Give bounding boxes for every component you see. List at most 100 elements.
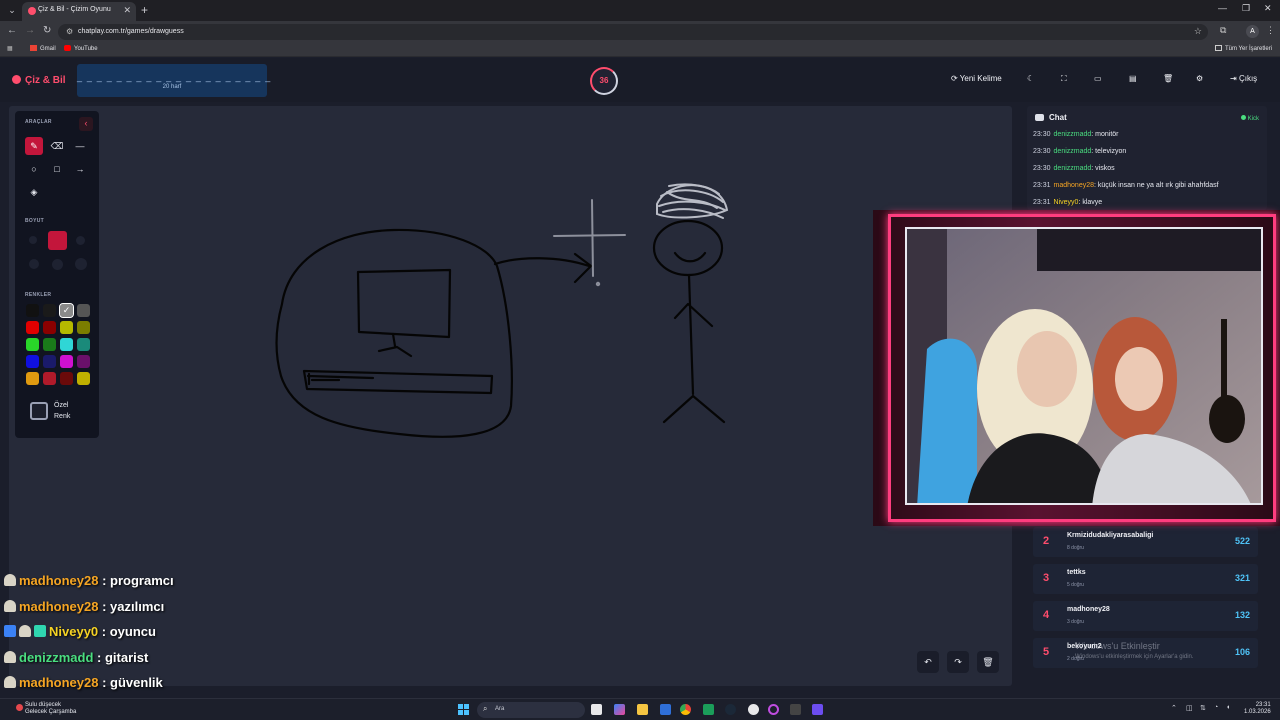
color-swatch[interactable]: [26, 355, 39, 368]
exit-button[interactable]: ⇥ Çıkış: [1230, 74, 1257, 83]
steam-icon[interactable]: [725, 704, 736, 715]
taskbar-search[interactable]: ⌕ Ara: [477, 702, 585, 718]
xbox-icon[interactable]: [703, 704, 714, 715]
color-swatch[interactable]: [77, 338, 90, 351]
bookmark-star-icon[interactable]: ☆: [1194, 26, 1202, 37]
close-window-icon[interactable]: ✕: [1264, 3, 1272, 14]
color-swatch[interactable]: [77, 355, 90, 368]
arrow-tool-icon[interactable]: →: [71, 160, 89, 178]
app-icon-2[interactable]: [790, 704, 801, 715]
color-swatch[interactable]: [60, 321, 73, 334]
tray-app-icon[interactable]: ◫: [1186, 704, 1193, 712]
system-clock[interactable]: 23:31 1.03.2026: [1244, 702, 1271, 716]
fill-bucket-icon[interactable]: ◈: [25, 183, 43, 201]
volume-icon[interactable]: ◖: [1226, 704, 1230, 711]
opera-icon[interactable]: [768, 704, 779, 715]
size-option-1[interactable]: [29, 236, 37, 244]
chat-bubble-icon: [1035, 114, 1044, 121]
collapse-panel-icon[interactable]: ‹: [79, 117, 93, 131]
chat-user[interactable]: madhoney28: [1054, 182, 1094, 189]
keyboard-outline: [302, 369, 494, 395]
eraser-tool-icon[interactable]: ⌫: [48, 137, 66, 155]
color-swatch[interactable]: [77, 372, 90, 385]
chat-user[interactable]: denizzmadd: [1054, 131, 1092, 138]
bookmark-youtube[interactable]: YouTube: [64, 45, 98, 52]
url-field[interactable]: ⚙ chatplay.com.tr/games/drawguess ☆: [58, 24, 1208, 40]
maximize-icon[interactable]: ❐: [1242, 3, 1250, 14]
clear-canvas-icon[interactable]: 🗑: [977, 651, 999, 673]
color-swatch[interactable]: [77, 304, 90, 317]
chat-user[interactable]: denizzmadd: [1054, 165, 1092, 172]
color-swatch[interactable]: [60, 338, 73, 351]
discord-icon[interactable]: [812, 704, 823, 715]
game-logo[interactable]: Çiz & Bil: [12, 75, 66, 86]
store-icon[interactable]: [660, 704, 671, 715]
tray-chevron-icon[interactable]: ⌃: [1171, 704, 1177, 712]
fullscreen-icon[interactable]: ⛶: [1061, 74, 1067, 84]
browser-menu-icon[interactable]: ⋮: [1266, 25, 1275, 36]
trash-icon[interactable]: 🗑: [1163, 74, 1173, 83]
apps-icon[interactable]: ▦: [7, 45, 13, 52]
language-icon[interactable]: ⇅: [1200, 704, 1206, 712]
chrome-icon[interactable]: [680, 704, 691, 715]
settings-gear-icon[interactable]: ⚙: [1196, 74, 1203, 83]
user-badge-icon: [4, 574, 16, 586]
size-option-3[interactable]: [76, 236, 85, 245]
figure-body: [662, 273, 726, 424]
url-text: chatplay.com.tr/games/drawguess: [78, 28, 184, 35]
undo-icon[interactable]: ↶: [917, 651, 939, 673]
circle-tool-icon[interactable]: ○: [25, 160, 43, 178]
color-swatch[interactable]: [43, 304, 56, 317]
line-tool-icon[interactable]: —: [71, 137, 89, 155]
scoreboard-row: 4 madhoney28 3 doğru 132: [1033, 601, 1258, 631]
windows-start-icon[interactable]: [458, 704, 469, 715]
close-tab-icon[interactable]: ✕: [123, 5, 131, 16]
size-option-6[interactable]: [75, 258, 87, 270]
size-option-2[interactable]: [48, 231, 67, 250]
rectangle-tool-icon[interactable]: □: [48, 160, 66, 178]
new-tab-icon[interactable]: +: [141, 3, 148, 17]
size-option-5[interactable]: [52, 259, 63, 270]
pen-tool-icon[interactable]: ✎: [25, 137, 43, 155]
color-swatch[interactable]: [43, 355, 56, 368]
copilot-icon[interactable]: [614, 704, 625, 715]
color-swatch[interactable]: [60, 355, 73, 368]
color-swatch[interactable]: [26, 321, 39, 334]
color-swatch[interactable]: [26, 304, 39, 317]
color-swatch[interactable]: [77, 321, 90, 334]
custom-color-swatch[interactable]: [30, 402, 48, 420]
weather-widget[interactable]: Sulu düşecek Gelecek Çarşamba: [16, 702, 76, 716]
chat-user[interactable]: denizzmadd: [1054, 148, 1092, 155]
task-view-icon[interactable]: [591, 704, 602, 715]
reload-icon[interactable]: ↻: [43, 25, 51, 36]
color-swatch[interactable]: [43, 338, 56, 351]
app-icon[interactable]: [748, 704, 759, 715]
browser-tab-active[interactable]: Çiz & Bil - Çizim Oyunu ✕: [22, 2, 136, 21]
tab-search-icon[interactable]: ⌄: [6, 4, 18, 16]
color-swatch[interactable]: ✓: [59, 303, 74, 318]
extensions-icon[interactable]: ⧉: [1220, 25, 1226, 36]
overlay-chat-user: madhoney28: [19, 598, 99, 614]
wifi-icon[interactable]: ◔: [1214, 704, 1218, 711]
chat-message: 23:31 madhoney28: küçük insan ne ya alt ı…: [1033, 182, 1219, 189]
minimize-icon[interactable]: —: [1218, 3, 1227, 13]
back-icon[interactable]: ←: [7, 25, 17, 36]
size-option-4[interactable]: [29, 259, 39, 269]
color-swatch[interactable]: [43, 372, 56, 385]
site-info-icon[interactable]: ⚙: [66, 27, 73, 36]
all-bookmarks[interactable]: Tüm Yer İşaretleri: [1215, 45, 1272, 52]
file-explorer-icon[interactable]: [637, 704, 648, 715]
color-swatch[interactable]: [43, 321, 56, 334]
keyboard-icon[interactable]: ▭: [1094, 74, 1102, 83]
redo-icon[interactable]: ↷: [947, 651, 969, 673]
bookmark-gmail[interactable]: Gmail: [30, 45, 56, 52]
color-swatch[interactable]: [26, 372, 39, 385]
dark-mode-icon[interactable]: ☾: [1027, 74, 1034, 83]
profile-avatar[interactable]: A: [1246, 25, 1259, 38]
new-word-button[interactable]: ⟳ Yeni Kelime: [951, 74, 1002, 83]
archive-icon[interactable]: ▤: [1129, 74, 1137, 83]
chat-user[interactable]: Niveyy0: [1054, 199, 1079, 206]
color-swatch[interactable]: [60, 372, 73, 385]
forward-icon[interactable]: →: [25, 25, 35, 36]
color-swatch[interactable]: [26, 338, 39, 351]
